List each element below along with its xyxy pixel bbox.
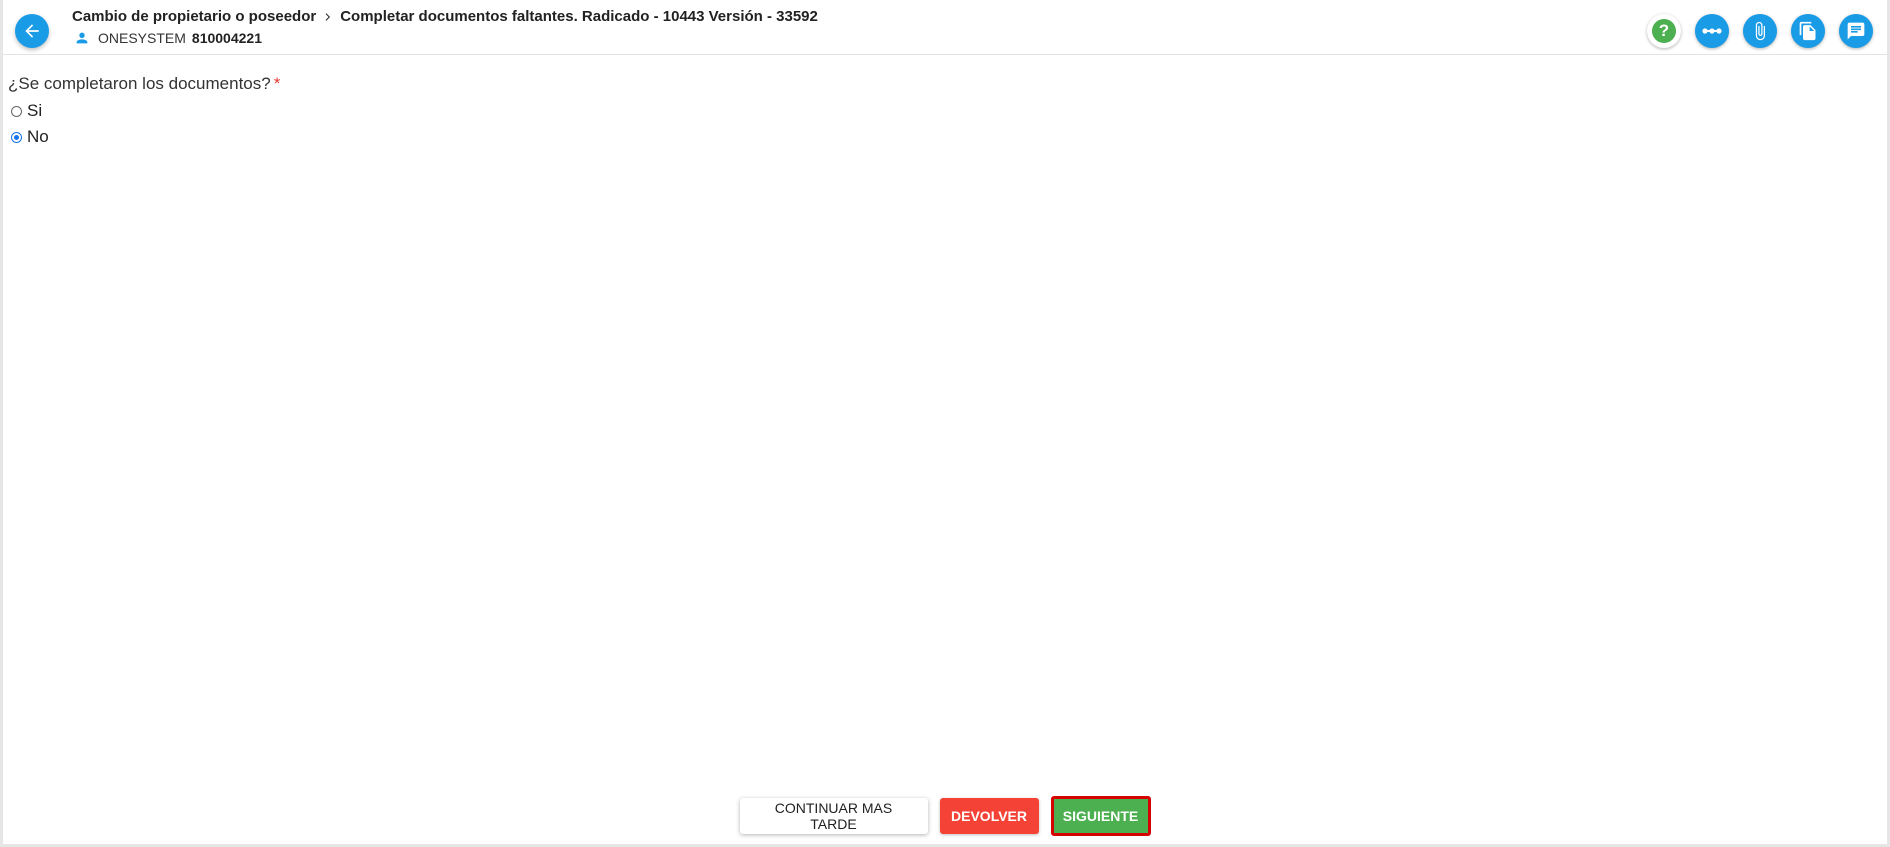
radio-label-si: Si xyxy=(27,101,43,120)
continue-later-button[interactable]: CONTINUAR MAS TARDE xyxy=(739,798,928,834)
next-button[interactable]: SIGUIENTE xyxy=(1050,796,1151,836)
radio-option-no[interactable]: No xyxy=(11,127,49,147)
breadcrumb-task: Completar documentos faltantes. Radicado… xyxy=(340,8,818,25)
header-bar: Cambio de propietario o poseedor Complet… xyxy=(3,0,1887,55)
header-actions: ? xyxy=(1647,14,1873,48)
current-user: ONESYSTEM 810004221 xyxy=(74,30,262,46)
radio-label-no: No xyxy=(27,127,49,146)
page: Cambio de propietario o poseedor Complet… xyxy=(0,0,1890,847)
footer-actions: CONTINUAR MAS TARDE DEVOLVER SIGUIENTE xyxy=(3,796,1887,836)
return-button[interactable]: DEVOLVER xyxy=(939,798,1039,834)
back-button[interactable] xyxy=(15,14,49,48)
flow-button[interactable] xyxy=(1695,14,1729,48)
comments-button[interactable] xyxy=(1839,14,1873,48)
flow-icon xyxy=(1702,28,1722,34)
documents-button[interactable] xyxy=(1791,14,1825,48)
radio-option-si[interactable]: Si xyxy=(11,101,42,121)
question-text: ¿Se completaron los documentos? xyxy=(8,74,271,93)
question-label: ¿Se completaron los documentos? * xyxy=(8,74,280,94)
breadcrumb-process[interactable]: Cambio de propietario o poseedor xyxy=(72,8,316,25)
comments-icon xyxy=(1847,22,1865,40)
attachments-button[interactable] xyxy=(1743,14,1777,48)
person-icon xyxy=(76,32,88,44)
paperclip-icon xyxy=(1755,21,1765,41)
user-id: 810004221 xyxy=(191,30,262,46)
radio-button-si[interactable] xyxy=(11,105,22,117)
help-icon: ? xyxy=(1652,19,1676,43)
help-button[interactable]: ? xyxy=(1647,14,1681,48)
radio-button-no[interactable] xyxy=(11,131,22,143)
chevron-right-icon xyxy=(322,11,334,23)
breadcrumb: Cambio de propietario o poseedor Complet… xyxy=(72,8,818,25)
user-name: ONESYSTEM xyxy=(98,30,186,46)
required-mark: * xyxy=(273,74,281,93)
arrow-left-icon xyxy=(25,24,39,38)
documents-icon xyxy=(1799,21,1816,41)
